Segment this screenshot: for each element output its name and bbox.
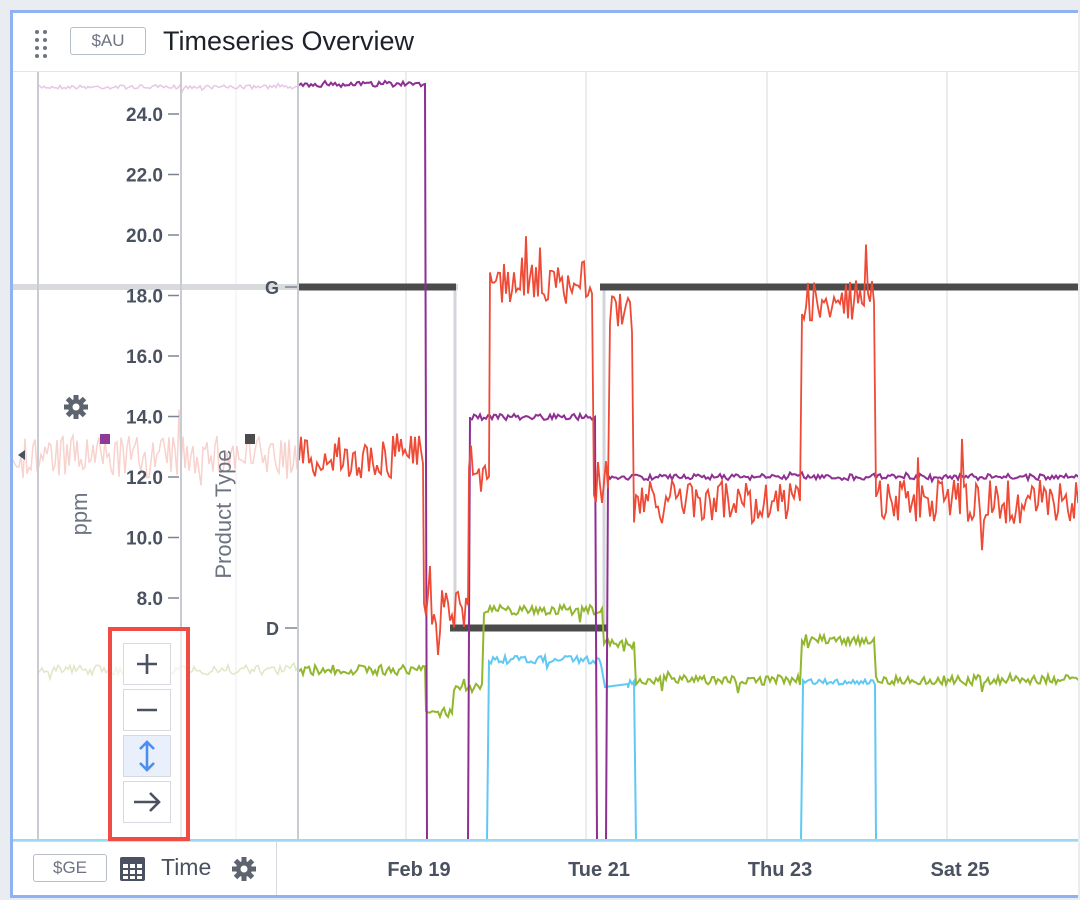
product-type-tick-label: G (265, 278, 279, 298)
product-type-swatch (245, 434, 255, 444)
x-tick-label: Sat 25 (930, 859, 990, 881)
green-series (298, 602, 1078, 720)
footer-divider (276, 842, 277, 895)
zoom-controls-highlight (108, 627, 190, 841)
y-tick-label: 10.0 (126, 529, 163, 550)
product-type-axis-label-wrap: Product Type (209, 434, 239, 594)
vertical-zoom-button[interactable] (123, 735, 171, 777)
product-type-ticks: GD (265, 278, 297, 639)
minus-icon (137, 708, 157, 712)
ppm-axis-label-wrap: ppm (65, 484, 95, 544)
time-settings-icon[interactable] (231, 856, 257, 882)
product-type-axis-label: Product Type (211, 449, 236, 579)
y-tick-label: 20.0 (126, 226, 163, 247)
calendar-icon[interactable] (119, 856, 146, 882)
drag-handle-icon[interactable] (35, 30, 49, 58)
x-tick-label: Feb 19 (387, 859, 451, 881)
ppm-axis-label: ppm (67, 492, 92, 536)
red-series (298, 236, 1078, 656)
asset-tag[interactable]: $AU (70, 27, 146, 55)
cyan-series (299, 652, 1078, 841)
x-tick-label: Thu 23 (747, 859, 813, 881)
y-tick-label: 16.0 (126, 347, 163, 368)
vertical-arrows-icon (139, 740, 155, 772)
page-title: Timeseries Overview (163, 26, 415, 56)
time-tag[interactable]: $GE (33, 854, 107, 882)
time-axis-label: Time (161, 854, 212, 880)
y-tick-label: 14.0 (126, 408, 163, 429)
faded-history (13, 81, 606, 682)
x-tick-label: Tue 21 (568, 859, 630, 881)
product-type-tick-label: D (266, 619, 279, 639)
zoom-out-button[interactable] (123, 689, 171, 731)
y-tick-label: 18.0 (126, 287, 163, 308)
ppm-swatch (100, 434, 110, 444)
y-tick-label: 12.0 (126, 468, 163, 489)
y-tick-label: 8.0 (137, 589, 163, 610)
right-arrow-icon (134, 792, 161, 812)
pan-right-button[interactable] (123, 781, 171, 823)
time-axis-bar: $GE Time Feb 19 Tue 21 Thu 23 Sat 25 (13, 841, 1078, 895)
y-tick-labels: 24.0 22.0 20.0 18.0 16.0 14.0 12.0 10.0 8.0 (126, 105, 179, 610)
y-tick-label: 22.0 (126, 166, 163, 187)
series-group (298, 79, 1078, 842)
ppm-settings-icon[interactable] (64, 395, 88, 419)
plus-icon (137, 654, 157, 674)
faded-purple-series (37, 81, 299, 95)
zoom-in-button[interactable] (123, 643, 171, 685)
panel-header: $AU Timeseries Overview (13, 13, 1078, 72)
y-tick-label: 24.0 (126, 105, 163, 126)
